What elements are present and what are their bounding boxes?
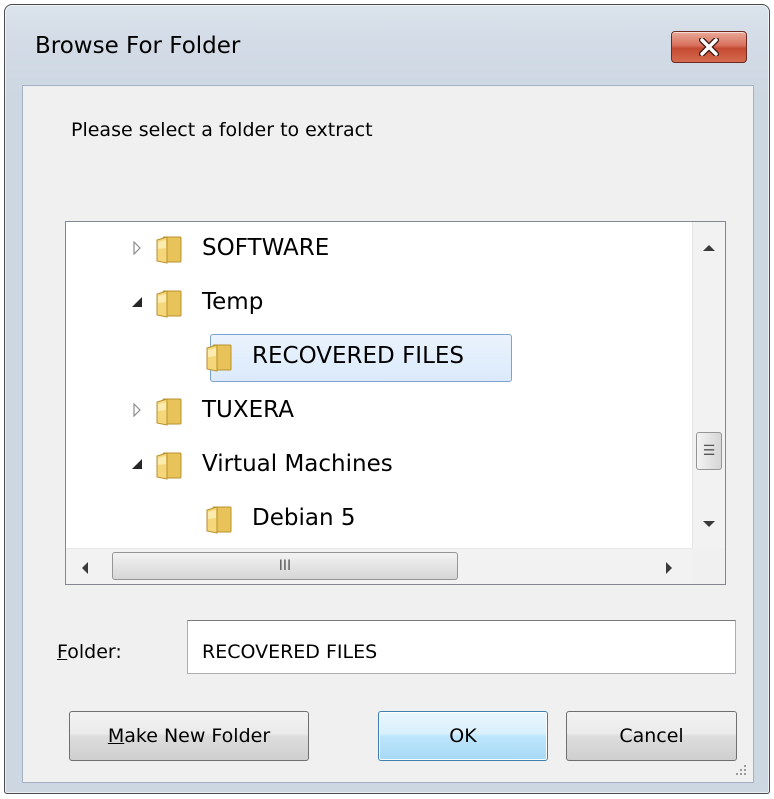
tree-item[interactable]: Virtual Machines — [66, 438, 696, 492]
tree-item-label: SOFTWARE — [202, 235, 330, 261]
expand-arrow-icon[interactable] — [130, 403, 144, 417]
browse-for-folder-dialog: Browse For Folder Please select a folder… — [4, 4, 770, 794]
scroll-up-arrow-icon[interactable] — [702, 238, 716, 257]
tree-item[interactable]: Temp — [66, 276, 696, 330]
close-icon — [699, 38, 719, 56]
folder-label-mnemonic: F — [57, 641, 68, 663]
ok-button[interactable]: OK — [378, 711, 548, 761]
folder-input[interactable] — [187, 620, 736, 674]
horizontal-scrollbar[interactable]: III — [66, 548, 693, 584]
horizontal-scroll-thumb[interactable]: III — [112, 552, 458, 580]
tree-item-label: Virtual Machines — [202, 451, 393, 477]
make-new-folder-button[interactable]: Make New Folder — [69, 711, 309, 761]
close-button[interactable] — [671, 31, 747, 63]
title-bar[interactable]: Browse For Folder — [5, 5, 769, 85]
folder-icon — [154, 396, 184, 426]
make-new-folder-mnemonic: M — [107, 725, 125, 747]
cancel-button[interactable]: Cancel — [566, 711, 737, 761]
folder-icon — [204, 342, 234, 372]
tree-item-label: RECOVERED FILES — [252, 343, 465, 369]
instruction-text: Please select a folder to extract — [71, 119, 373, 141]
scroll-left-arrow-icon[interactable] — [80, 560, 90, 579]
collapse-arrow-icon[interactable] — [130, 295, 144, 309]
scroll-grip-icon: ☰ — [702, 443, 716, 459]
tree-item[interactable]: SOFTWARE — [66, 222, 696, 276]
vertical-scrollbar[interactable]: ☰ — [692, 222, 725, 548]
expand-arrow-icon[interactable] — [130, 241, 144, 255]
folder-icon — [154, 234, 184, 264]
folder-tree[interactable]: SOFTWARE Temp RECOVERED FILES TUXERA Virtual… — [65, 221, 726, 585]
window-title: Browse For Folder — [35, 33, 241, 59]
tree-item-label: Temp — [202, 289, 264, 315]
make-new-folder-label: ake New Folder — [124, 725, 271, 747]
folder-icon — [154, 288, 184, 318]
resize-grip-icon[interactable] — [733, 762, 747, 776]
dialog-body: Please select a folder to extract SOFTWA… — [22, 85, 754, 783]
tree-item[interactable]: RECOVERED FILES — [66, 330, 696, 384]
scrollbar-corner — [692, 548, 725, 584]
tree-item[interactable]: TUXERA — [66, 384, 696, 438]
tree-item-label: TUXERA — [202, 397, 294, 423]
tree-item-label: Debian 5 — [252, 505, 356, 531]
vertical-scroll-thumb[interactable]: ☰ — [696, 432, 722, 470]
folder-icon — [204, 504, 234, 534]
scroll-grip-icon: III — [278, 558, 292, 574]
folder-label-text: older: — [67, 641, 122, 663]
folder-label: Folder: — [57, 641, 122, 663]
collapse-arrow-icon[interactable] — [130, 457, 144, 471]
tree-item[interactable]: Debian 5 — [66, 492, 696, 546]
scroll-right-arrow-icon[interactable] — [664, 560, 674, 579]
scroll-down-arrow-icon[interactable] — [702, 514, 716, 533]
folder-icon — [154, 450, 184, 480]
